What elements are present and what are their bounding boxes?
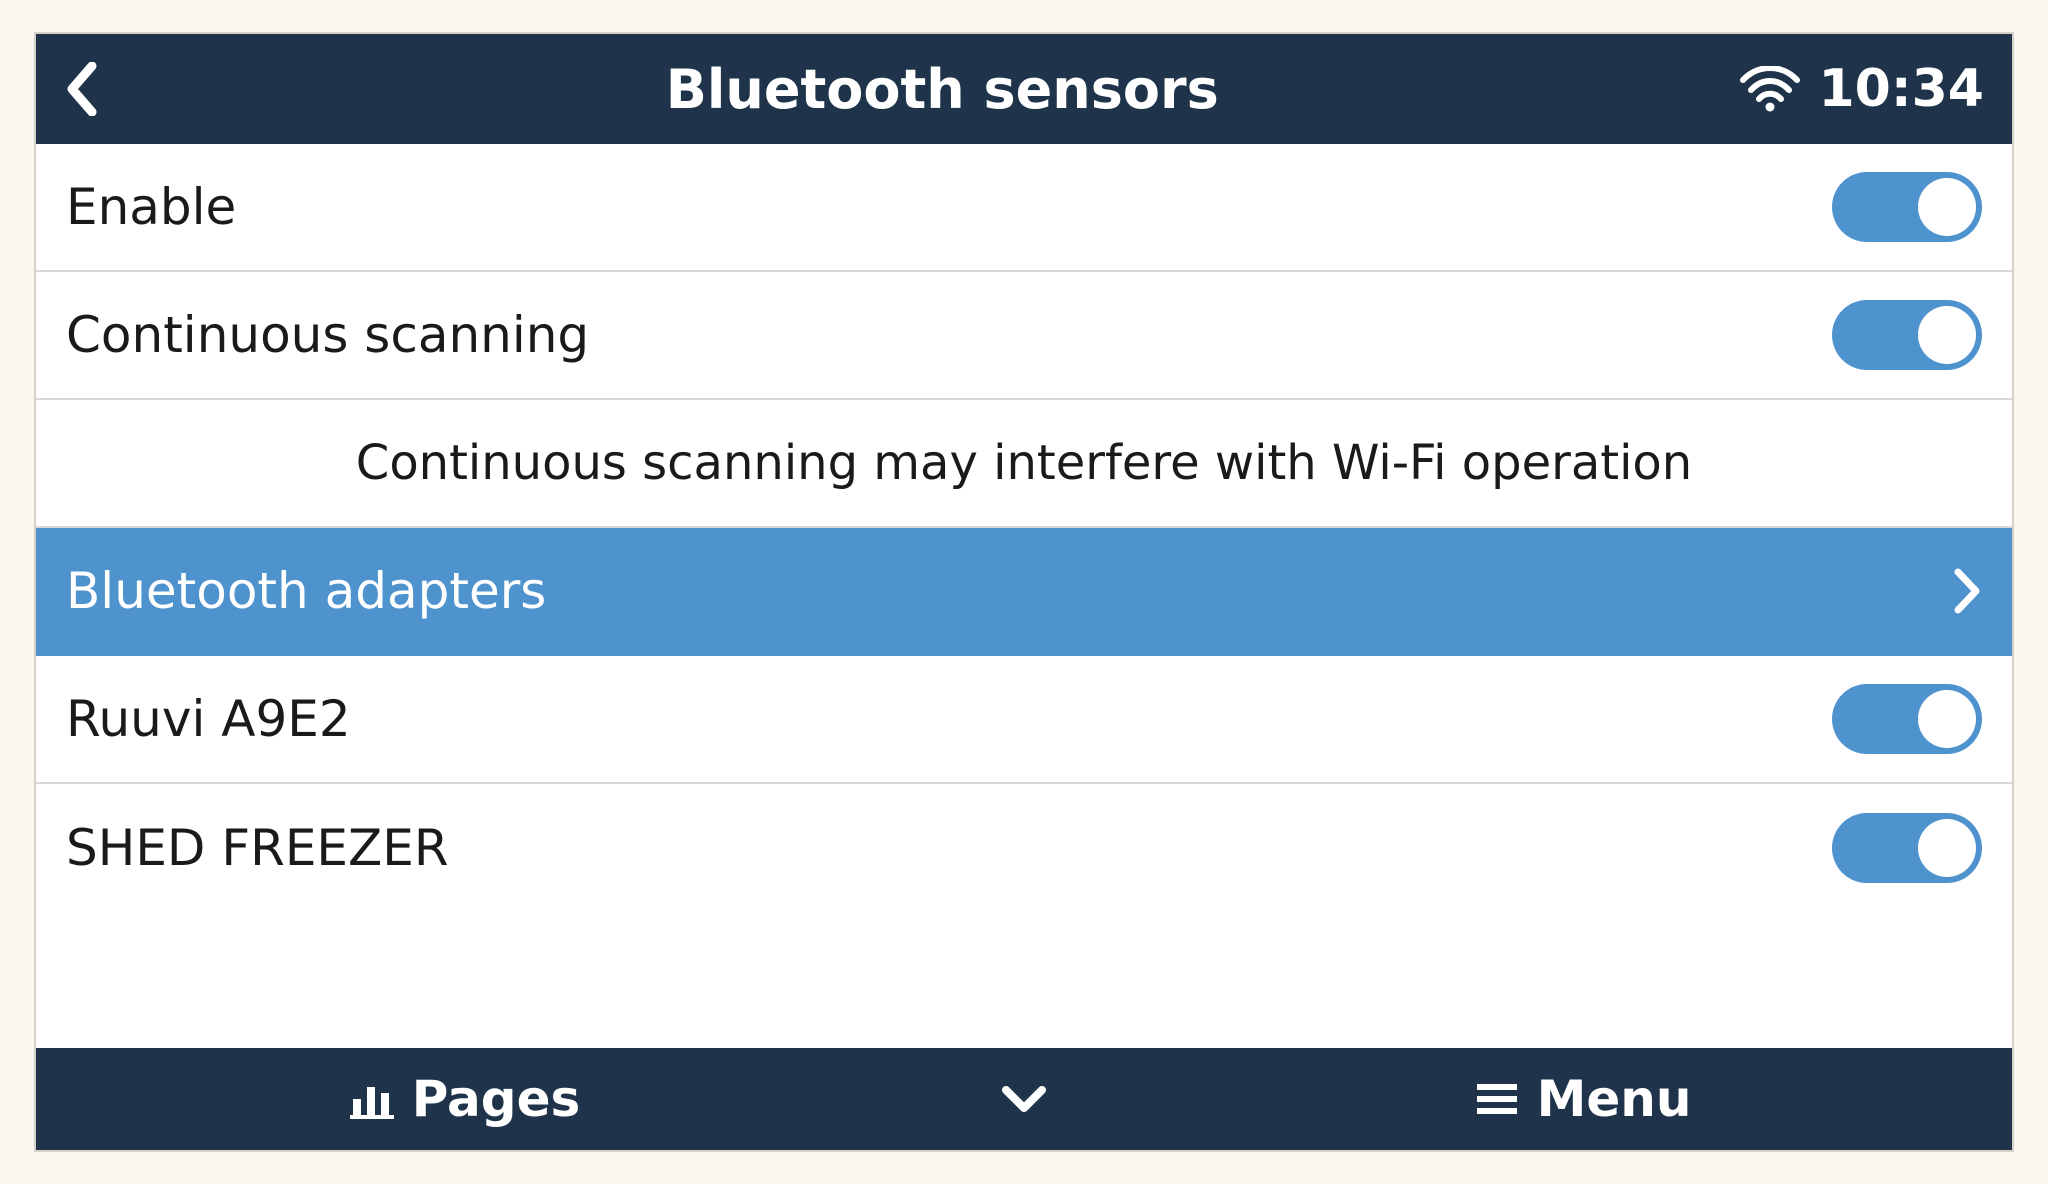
toggle-ruuvi-a9e2[interactable] [1832,684,1982,754]
row-bluetooth-adapters[interactable]: Bluetooth adapters [36,528,2012,656]
down-button[interactable] [894,1048,1154,1150]
row-enable[interactable]: Enable [36,144,2012,272]
chevron-right-icon [1954,568,1982,614]
menu-label: Menu [1537,1070,1692,1128]
bar-chart-icon [350,1079,394,1119]
row-shed-freezer[interactable]: SHED FREEZER [36,784,2012,912]
wifi-icon [1740,66,1800,112]
header-bar: Bluetooth sensors 10:34 [36,34,2012,144]
hamburger-icon [1475,1081,1519,1117]
row-enable-label: Enable [66,178,1832,236]
row-continuous-label: Continuous scanning [66,306,1832,364]
pages-button[interactable]: Pages [36,1048,894,1150]
toggle-knob [1918,178,1976,236]
toggle-knob [1918,819,1976,877]
menu-button[interactable]: Menu [1154,1048,2012,1150]
chevron-down-icon [1000,1084,1048,1114]
status-area: 10:34 [1740,59,1984,119]
clock-time: 10:34 [1818,59,1984,119]
row-shed-label: SHED FREEZER [66,819,1832,877]
row-ruuvi-a9e2[interactable]: Ruuvi A9E2 [36,656,2012,784]
page-title: Bluetooth sensors [144,58,1740,121]
toggle-knob [1918,690,1976,748]
toggle-enable[interactable] [1832,172,1982,242]
footer-bar: Pages Menu [36,1048,2012,1150]
toggle-knob [1918,306,1976,364]
row-continuous-scanning[interactable]: Continuous scanning [36,272,2012,400]
toggle-continuous-scanning[interactable] [1832,300,1982,370]
row-scanning-note: Continuous scanning may interfere with W… [36,400,2012,528]
device-screen: Bluetooth sensors 10:34 Enable C [34,32,2014,1152]
pages-label: Pages [412,1070,581,1128]
scanning-note-text: Continuous scanning may interfere with W… [356,435,1692,491]
settings-list: Enable Continuous scanning Continuous sc… [36,144,2012,1048]
chevron-left-icon [64,62,98,116]
back-button[interactable] [64,62,144,116]
row-adapters-label: Bluetooth adapters [66,562,1954,620]
toggle-shed-freezer[interactable] [1832,813,1982,883]
row-ruuvi-label: Ruuvi A9E2 [66,690,1832,748]
